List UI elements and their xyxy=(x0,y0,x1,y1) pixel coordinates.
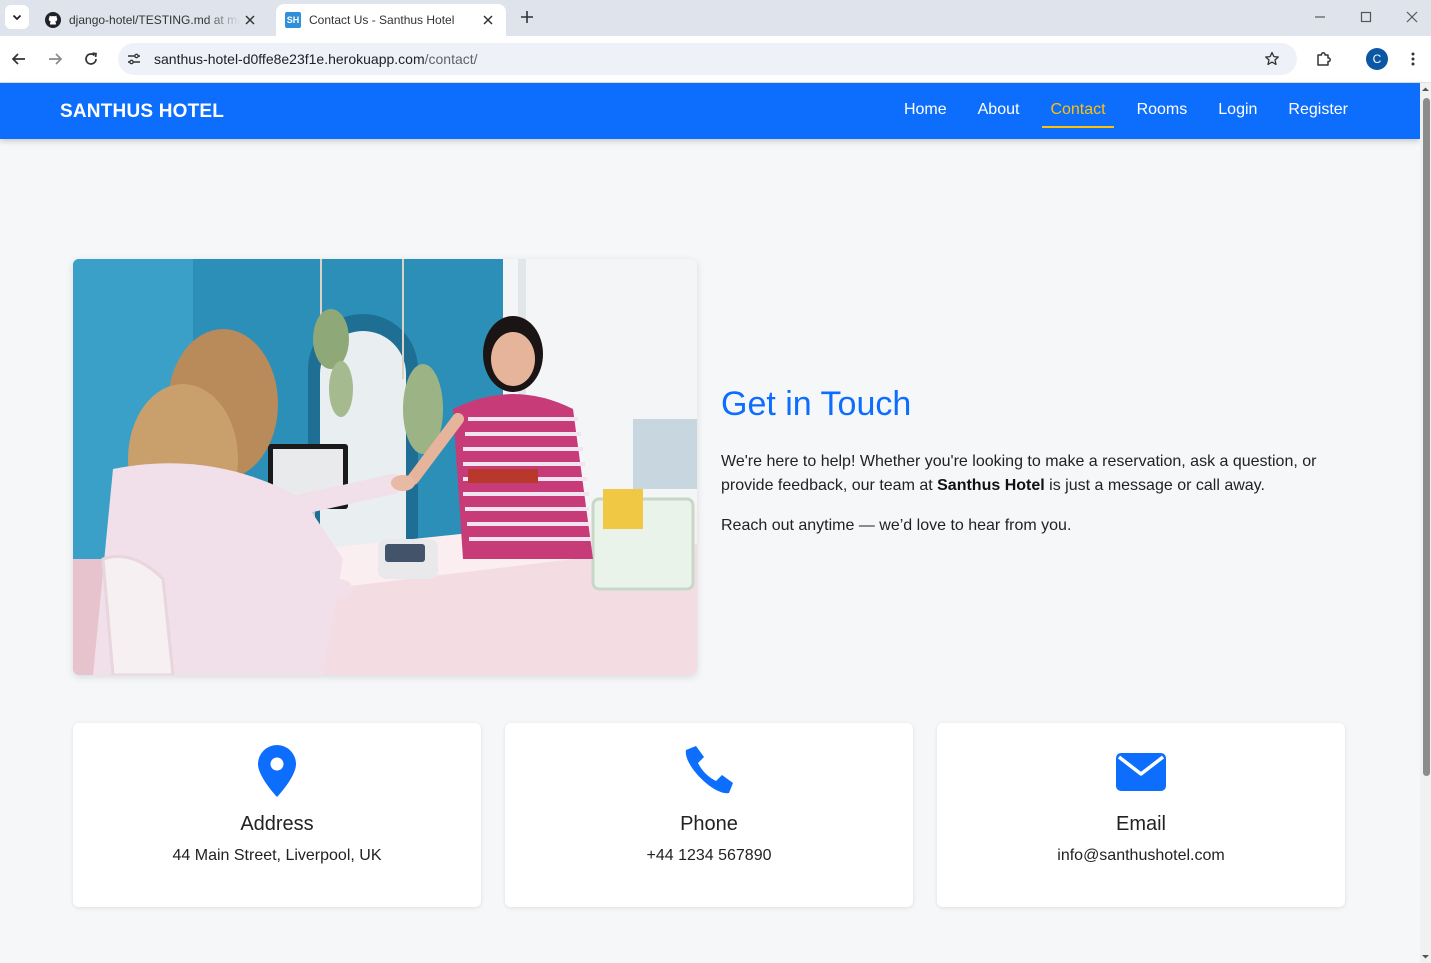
tab-title: django-hotel/TESTING.md at main xyxy=(69,13,240,27)
github-icon xyxy=(45,12,61,28)
browser-tab-github[interactable]: django-hotel/TESTING.md at main xyxy=(36,4,268,36)
hotel-name: Santhus Hotel xyxy=(937,477,1045,494)
intro-paragraph: We're here to help! Whether you're looki… xyxy=(721,450,1341,498)
tab-search-button[interactable] xyxy=(5,5,29,29)
nav-link-login[interactable]: Login xyxy=(1210,94,1265,128)
browser-menu-button[interactable] xyxy=(1401,47,1425,71)
phone-value[interactable]: +44 1234 567890 xyxy=(505,846,913,866)
chevron-down-icon xyxy=(12,14,22,21)
more-vertical-icon xyxy=(1411,52,1415,66)
card-title: Phone xyxy=(680,813,738,835)
maximize-window-button[interactable] xyxy=(1355,6,1377,28)
browser-toolbar: santhus-hotel-d0ffe8e23f1e.herokuapp.com… xyxy=(0,36,1431,83)
close-window-button[interactable] xyxy=(1401,6,1423,28)
site-brand[interactable]: SANTHUS HOTEL xyxy=(60,83,224,139)
star-icon xyxy=(1265,51,1279,66)
site-navbar: SANTHUS HOTEL Home About Contact Rooms L… xyxy=(0,83,1420,139)
scrollbar-thumb[interactable] xyxy=(1423,98,1430,776)
back-button[interactable] xyxy=(7,47,31,71)
map-pin-icon xyxy=(258,745,296,797)
address-card: Address 44 Main Street, Liverpool, UK xyxy=(73,723,481,907)
maximize-icon xyxy=(1360,11,1372,23)
url-host: santhus-hotel-d0ffe8e23f1e.herokuapp.com xyxy=(154,51,425,67)
close-icon xyxy=(245,15,255,25)
nav-link-rooms[interactable]: Rooms xyxy=(1129,94,1196,128)
card-title: Address xyxy=(240,813,314,835)
close-tab-button[interactable] xyxy=(240,10,260,30)
address-value: 44 Main Street, Liverpool, UK xyxy=(172,847,382,864)
email-card: Email info@santhushotel.com xyxy=(937,723,1345,907)
arrow-left-icon xyxy=(11,53,25,65)
browser-tab-bar: django-hotel/TESTING.md at main SH Conta… xyxy=(0,0,1431,36)
close-icon xyxy=(1406,11,1418,23)
reload-button[interactable] xyxy=(79,47,103,71)
browser-tab-contact[interactable]: SH Contact Us - Santhus Hotel xyxy=(276,4,506,36)
profile-avatar[interactable]: C xyxy=(1366,48,1388,70)
nav-link-contact[interactable]: Contact xyxy=(1042,94,1114,128)
tune-icon xyxy=(128,53,140,65)
close-icon xyxy=(483,15,493,25)
site-info-button[interactable] xyxy=(124,49,144,69)
site-favicon: SH xyxy=(285,12,301,28)
card-title: Email xyxy=(1115,813,1166,835)
phone-card: Phone +44 1234 567890 xyxy=(505,723,913,907)
close-tab-button[interactable] xyxy=(478,10,498,30)
address-bar[interactable]: santhus-hotel-d0ffe8e23f1e.herokuapp.com… xyxy=(118,43,1297,75)
plus-icon xyxy=(521,11,533,23)
minimize-window-button[interactable] xyxy=(1309,6,1331,28)
phone-icon xyxy=(685,746,733,794)
scroll-up-icon[interactable] xyxy=(1421,85,1430,94)
envelope-icon xyxy=(1116,753,1166,791)
nav-link-register[interactable]: Register xyxy=(1280,94,1356,128)
page-title: Get in Touch xyxy=(721,385,912,423)
url-text: santhus-hotel-d0ffe8e23f1e.herokuapp.com… xyxy=(154,51,1261,67)
reload-icon xyxy=(85,52,97,65)
email-value[interactable]: info@santhushotel.com xyxy=(937,846,1345,866)
nav-link-about[interactable]: About xyxy=(970,94,1028,128)
tab-title: Contact Us - Santhus Hotel xyxy=(309,13,455,27)
reception-photo xyxy=(73,259,697,675)
url-path: /contact/ xyxy=(424,51,478,67)
reach-out-paragraph: Reach out anytime — we’d love to hear fr… xyxy=(721,517,1072,534)
extensions-button[interactable] xyxy=(1312,47,1336,71)
nav-links: Home About Contact Rooms Login Register xyxy=(881,83,1356,139)
arrow-right-icon xyxy=(49,53,63,65)
contact-intro: Get in Touch We're here to help! Whether… xyxy=(721,380,1341,554)
bookmark-button[interactable] xyxy=(1261,48,1283,70)
new-tab-button[interactable] xyxy=(516,6,538,28)
minimize-icon xyxy=(1315,16,1325,18)
scroll-down-icon[interactable] xyxy=(1421,952,1430,961)
nav-link-home[interactable]: Home xyxy=(896,94,955,128)
intro-text-end: is just a message or call away. xyxy=(1044,477,1265,494)
forward-button[interactable] xyxy=(43,47,67,71)
puzzle-icon xyxy=(1317,52,1331,66)
